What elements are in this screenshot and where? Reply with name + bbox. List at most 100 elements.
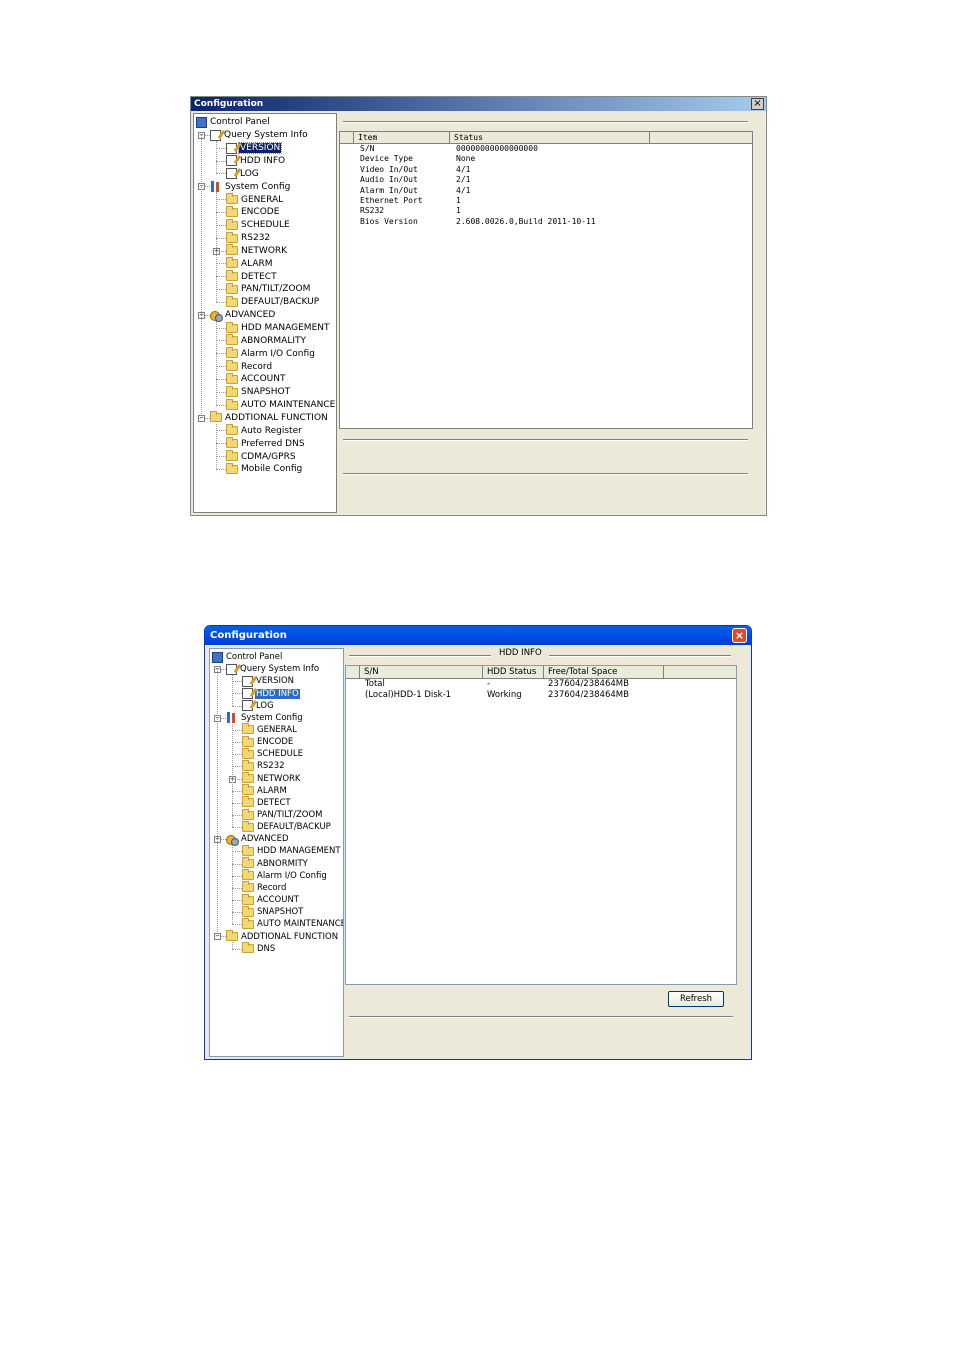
tree-item-pan-tilt-zoom[interactable]: PAN/TILT/ZOOM [242,808,323,821]
tree-item-general[interactable]: GENERAL [226,193,284,206]
tree-item-auto-maintenance[interactable]: AUTO MAINTENANCE [242,917,343,930]
tree-item-system-config[interactable]: System Config [210,180,291,193]
tree-item-account[interactable]: ACCOUNT [242,893,300,906]
tree-item-mobile-config[interactable]: Mobile Config [226,462,303,476]
tree-item-alarm-i-o-config[interactable]: Alarm I/O Config [226,347,316,360]
tree-item-query-system-info[interactable]: Query System Info [226,663,320,675]
tree-item-general[interactable]: GENERAL [242,723,298,736]
close-icon[interactable]: × [732,628,747,643]
tree-item-alarm-i-o-config[interactable]: Alarm I/O Config [242,869,328,882]
tree-item-label: Query System Info [240,664,320,675]
window-title-bar[interactable]: Configuration [205,626,751,645]
tree-item-record[interactable]: Record [226,360,273,373]
column-header-free-total-space[interactable]: Free/Total Space [544,666,664,678]
tree-item-preferred-dns[interactable]: Preferred DNS [226,437,306,450]
tree-item-abnormity[interactable]: ABNORMITY [242,857,309,870]
tree-item-auto-register[interactable]: Auto Register [226,424,303,437]
tree-item-label: HDD INFO [255,688,300,699]
column-header-hdd-status[interactable]: HDD Status [483,666,544,678]
tree-connector [216,320,217,405]
folder-icon [226,231,238,243]
tree-item-label: Control Panel [226,652,283,663]
tree-item-cdma-gprs[interactable]: CDMA/GPRS [226,450,297,463]
hdd-info-table[interactable]: S/N HDD Status Free/Total Space Total - 23… [345,665,737,985]
refresh-button[interactable]: Refresh [668,991,724,1007]
table-cell: - [487,679,491,689]
folder-icon [226,347,238,359]
tree-item-label: NETWORK [257,773,301,784]
tree-item-hdd-info[interactable]: HDD INFO [226,155,286,168]
tree-item-query-system-info[interactable]: Query System Info [210,129,309,142]
tree-item-label: ABNORMALITY [241,335,306,346]
tree-item-hdd-management[interactable]: HDD MANAGEMENT [226,321,330,335]
column-header-item[interactable]: Item [354,132,450,143]
folder-icon [242,844,254,856]
tree-item-dns[interactable]: DNS [242,942,276,955]
tree-item-schedule[interactable]: SCHEDULE [242,747,304,760]
tree-item-schedule[interactable]: SCHEDULE [226,218,291,232]
query-icon [226,663,237,675]
tree-connector [232,845,233,925]
tree-item-detect[interactable]: DETECT [242,796,292,809]
table-header: Item Status [340,132,752,144]
tree-item-version[interactable]: VERSION [226,142,283,155]
close-icon[interactable]: × [751,98,764,110]
version-table[interactable]: Item Status S/N 00000000000000000 Device T… [339,131,753,429]
tree-item-hdd-info[interactable]: HDD INFO [242,687,300,699]
folder-icon [226,193,238,205]
folder-icon [242,857,254,869]
config-tree[interactable]: Control Panel − Query System Info VERSION HD… [209,648,344,1057]
tree-item-rs232[interactable]: RS232 [242,759,286,772]
tree-item-label: HDD MANAGEMENT [257,846,341,857]
tree-item-label: SCHEDULE [241,220,290,231]
tree-item-default-backup[interactable]: DEFAULT/BACKUP [226,295,320,309]
window-title-bar[interactable]: Configuration [191,97,766,111]
tree-item-label: GENERAL [241,194,284,205]
tree-item-account[interactable]: ACCOUNT [226,372,286,386]
tree-item-advanced[interactable]: ADVANCED [210,309,276,322]
tree-item-log[interactable]: LOG [226,167,260,180]
tree-item-advanced[interactable]: ADVANCED [226,833,290,846]
tree-item-control-panel[interactable]: Control Panel [196,116,271,129]
tree-item-record[interactable]: Record [242,881,287,894]
tree-connector [232,863,242,865]
tree-item-encode[interactable]: ENCODE [242,735,294,748]
tree-item-hdd-management[interactable]: HDD MANAGEMENT [242,844,342,857]
tree-item-auto-maintenance[interactable]: AUTO MAINTENANCE [226,398,336,412]
separator [343,121,748,123]
folder-icon [226,282,238,294]
column-header-status[interactable]: Status [450,132,650,143]
tree-item-addtional-function[interactable]: ADDTIONAL FUNCTION [226,930,339,942]
tree-item-system-config[interactable]: System Config [226,712,304,724]
tree-connector [216,237,226,239]
tree-connector [216,289,226,291]
tree-item-alarm[interactable]: ALARM [242,784,288,797]
tree-item-label: VERSION [237,142,283,155]
folder-icon [226,930,238,941]
tree-item-addtional-function[interactable]: ADDTIONAL FUNCTION [210,411,329,425]
tree-item-control-panel[interactable]: Control Panel [212,651,283,663]
tree-item-network[interactable]: NETWORK [226,244,288,258]
tree-item-label: ABNORMITY [257,858,308,869]
separator [343,439,748,441]
tree-item-rs232[interactable]: RS232 [226,231,271,245]
tree-item-snapshot[interactable]: SNAPSHOT [226,385,291,399]
table-cell: 1 [456,196,461,205]
column-header-sn[interactable]: S/N [360,666,483,678]
tree-item-snapshot[interactable]: SNAPSHOT [242,905,304,918]
tree-item-label: SCHEDULE [257,749,303,760]
tree-item-default-backup[interactable]: DEFAULT/BACKUP [242,820,332,833]
table-cell: Total [365,679,385,689]
tree-item-abnormality[interactable]: ABNORMALITY [226,334,307,347]
tree-item-network[interactable]: NETWORK [242,772,302,785]
tree-item-log[interactable]: LOG [242,700,275,712]
tree-item-encode[interactable]: ENCODE [226,205,280,219]
folder-icon [226,372,238,384]
table-cell: 4/1 [456,185,471,195]
tree-item-detect[interactable]: DETECT [226,270,278,283]
tree-item-version[interactable]: VERSION [242,675,295,687]
tree-item-pan-tilt-zoom[interactable]: PAN/TILT/ZOOM [226,282,311,296]
tree-item-alarm[interactable]: ALARM [226,257,274,270]
tree-connector [216,301,226,303]
config-tree[interactable]: Control Panel − Query System Info VERSION HD… [193,113,337,513]
